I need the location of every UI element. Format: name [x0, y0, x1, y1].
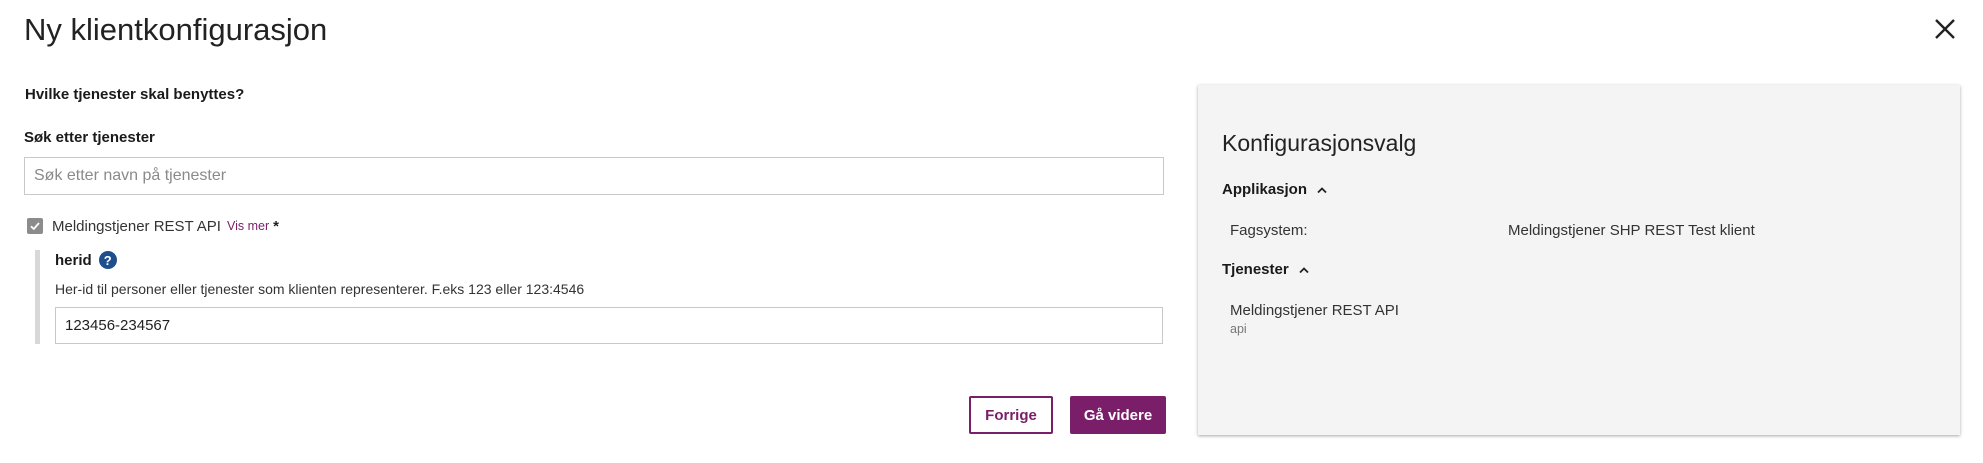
next-button[interactable]: Gå videre — [1070, 396, 1166, 434]
checkmark-icon — [30, 222, 40, 231]
dialog-title: Ny klientkonfigurasjon — [24, 12, 328, 47]
service-option: Meldingstjener REST API Vis mer * — [27, 216, 279, 236]
fagsystem-value: Meldingstjener SHP REST Test klient — [1508, 222, 1755, 239]
vis-mer-link[interactable]: Vis mer — [227, 219, 269, 233]
previous-button[interactable]: Forrige — [969, 396, 1053, 434]
herid-description: Her-id til personer eller tjenester som … — [55, 281, 585, 297]
herid-label: herid — [55, 251, 92, 269]
summary-title: Konfigurasjonsvalg — [1222, 130, 1417, 156]
summary-service-type: api — [1230, 322, 1247, 336]
applikasjon-section-toggle[interactable]: Applikasjon — [1222, 181, 1329, 198]
chevron-up-icon — [1299, 266, 1309, 273]
tjenester-label: Tjenester — [1222, 261, 1289, 278]
required-mark: * — [273, 217, 279, 235]
tjenester-section-toggle[interactable]: Tjenester — [1222, 261, 1311, 278]
service-checkbox[interactable] — [27, 218, 43, 234]
herid-input[interactable] — [55, 307, 1163, 344]
summary-panel: Konfigurasjonsvalg Applikasjon Fagsystem… — [1198, 85, 1960, 435]
service-label: Meldingstjener REST API — [52, 217, 221, 235]
search-label: Søk etter tjenester — [24, 129, 155, 146]
summary-service-name: Meldingstjener REST API — [1230, 302, 1399, 319]
fagsystem-key: Fagsystem: — [1230, 222, 1308, 239]
applikasjon-label: Applikasjon — [1222, 181, 1308, 198]
chevron-up-icon — [1317, 186, 1327, 193]
indent-bar — [35, 250, 40, 344]
search-input[interactable] — [24, 157, 1164, 195]
herid-label-row: herid ? — [55, 251, 117, 269]
services-question: Hvilke tjenester skal benyttes? — [25, 86, 245, 103]
help-icon[interactable]: ? — [98, 251, 117, 269]
close-icon[interactable] — [1930, 14, 1960, 44]
